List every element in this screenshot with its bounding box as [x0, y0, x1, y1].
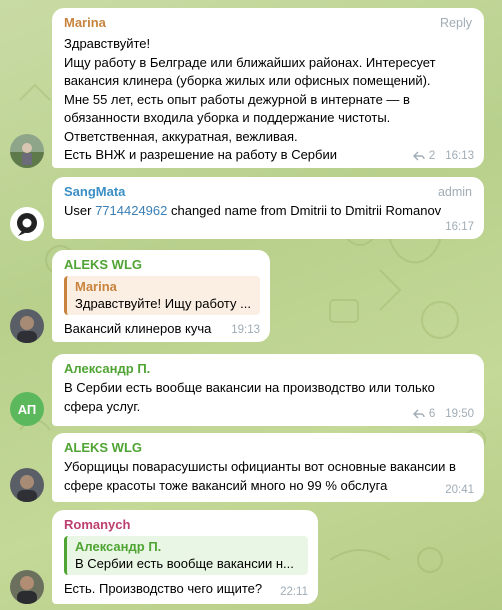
reply-arrow-icon — [412, 151, 425, 161]
user-id-link[interactable]: 7714424962 — [95, 203, 167, 218]
avatar-aleks[interactable] — [10, 309, 44, 343]
avatar-romanych[interactable] — [10, 570, 44, 604]
message-bubble[interactable]: ALEKS WLG Уборщицы поварасушисты официан… — [52, 433, 484, 502]
photo-icon — [10, 134, 44, 168]
reply-button[interactable]: Reply — [440, 16, 472, 30]
quoted-reply[interactable]: Marina Здравствуйте! Ищу работу ... — [64, 276, 260, 315]
photo-icon — [10, 570, 44, 604]
message-text: Есть. Производство чего ищите? — [64, 581, 263, 596]
photo-icon — [10, 309, 44, 343]
message-bubble[interactable]: ALEKS WLG Marina Здравствуйте! Ищу работ… — [52, 250, 270, 342]
avatar-aleks[interactable] — [10, 468, 44, 502]
message-meta: 16:17 — [445, 221, 474, 233]
message-text: User 7714424962 changed name from Dmitri… — [64, 202, 474, 221]
message-time: 19:13 — [231, 324, 260, 336]
reply-arrow-icon — [412, 409, 425, 419]
message-meta: 6 19:50 — [412, 408, 474, 420]
replies-count[interactable]: 2 — [429, 150, 435, 162]
avatar-initials: АП — [17, 401, 37, 417]
quoted-reply[interactable]: Александр П. В Сербии есть вообще ваканс… — [64, 536, 308, 575]
avatar-sangmata[interactable] — [10, 207, 44, 241]
message-bubble[interactable]: SangMata admin User 7714424962 changed n… — [52, 177, 484, 239]
message-bubble[interactable]: Marina Reply Здравствуйте! Ищу работу в … — [52, 8, 484, 168]
admin-badge: admin — [437, 185, 472, 199]
bot-eye-icon — [10, 207, 44, 241]
message-meta: 19:13 — [231, 324, 260, 336]
text-prefix: User — [64, 203, 96, 218]
sender-name[interactable]: Romanych — [64, 516, 308, 533]
message-bubble[interactable]: Romanych Александр П. В Сербии есть вооб… — [52, 510, 318, 604]
message-meta: 20:41 — [445, 484, 474, 496]
quoted-sender: Marina — [75, 279, 117, 294]
message-time: 19:50 — [445, 408, 474, 420]
quoted-text: В Сербии есть вообще вакансии н... — [75, 556, 294, 571]
message-meta: 22:11 — [280, 586, 308, 598]
quoted-sender: Александр П. — [75, 539, 162, 554]
message-bubble[interactable]: Александр П. В Сербии есть вообще ваканс… — [52, 354, 484, 426]
message-time: 20:41 — [445, 484, 474, 496]
quoted-text: Здравствуйте! Ищу работу ... — [75, 296, 251, 311]
photo-icon — [10, 468, 44, 502]
replies-count[interactable]: 6 — [429, 408, 435, 420]
avatar-marina[interactable] — [10, 134, 44, 168]
avatar-alexandr[interactable]: АП — [10, 392, 44, 426]
message-text: Здравствуйте! Ищу работу в Белграде или … — [64, 36, 436, 162]
sender-name[interactable]: ALEKS WLG — [64, 439, 474, 456]
sender-name[interactable]: ALEKS WLG — [64, 256, 260, 273]
sender-name[interactable]: Marina — [64, 14, 474, 31]
message-text: Уборщицы поварасушисты официанты вот осн… — [64, 459, 460, 493]
text-suffix: changed name from Dmitrii to Dmitrii Rom… — [167, 203, 442, 218]
message-time: 16:13 — [445, 150, 474, 162]
sender-name[interactable]: SangMata — [64, 183, 474, 200]
sender-name[interactable]: Александр П. — [64, 360, 474, 377]
message-time: 22:11 — [280, 586, 308, 598]
message-meta: 2 16:13 — [412, 150, 474, 162]
message-time: 16:17 — [445, 221, 474, 233]
